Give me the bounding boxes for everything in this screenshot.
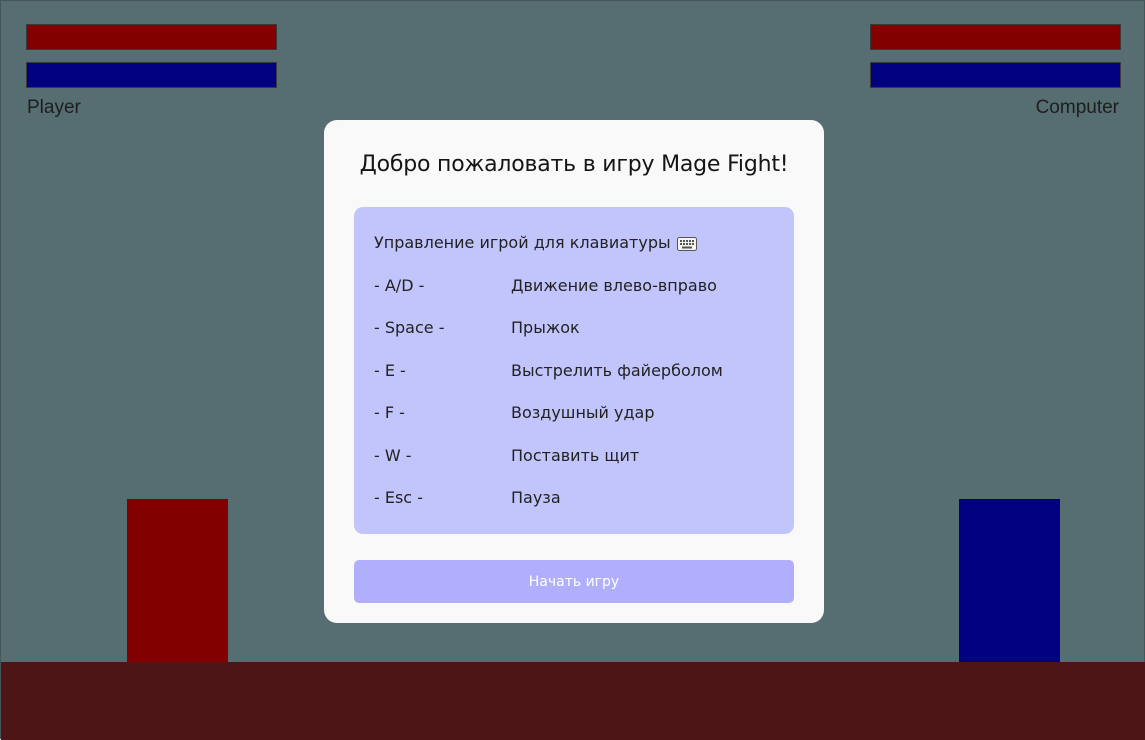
control-key: - F - <box>374 403 405 422</box>
computer-mana-bar <box>870 62 1121 88</box>
control-row-jump: - Space - Прыжок <box>374 318 784 340</box>
computer-health-bar <box>870 24 1121 50</box>
control-action: Выстрелить файерболом <box>511 361 723 380</box>
controls-heading: Управление игрой для клавиатуры <box>374 233 697 252</box>
start-game-button[interactable]: Начать игру <box>354 560 794 603</box>
player-health-fill <box>27 25 276 49</box>
player-mana-fill <box>27 63 276 87</box>
player-mana-bar <box>26 62 277 88</box>
control-row-move: - A/D - Движение влево-вправо <box>374 276 784 298</box>
control-row-pause: - Esc - Пауза <box>374 488 784 510</box>
control-action: Прыжок <box>511 318 580 337</box>
control-key: - Space - <box>374 318 445 337</box>
game-scene: Player Computer Добро пожаловать в игру … <box>0 0 1145 740</box>
control-row-fireball: - E - Выстрелить файерболом <box>374 361 784 383</box>
controls-title-text: Управление игрой для клавиатуры <box>374 233 671 252</box>
control-key: - Esc - <box>374 488 423 507</box>
control-action: Воздушный удар <box>511 403 655 422</box>
control-action: Движение влево-вправо <box>511 276 717 295</box>
modal-title: Добро пожаловать в игру Mage Fight! <box>359 152 789 177</box>
control-action: Поставить щит <box>511 446 640 465</box>
control-key: - A/D - <box>374 276 425 295</box>
computer-character <box>959 499 1060 662</box>
welcome-modal: Добро пожаловать в игру Mage Fight! Упра… <box>324 120 824 623</box>
control-row-shield: - W - Поставить щит <box>374 446 784 468</box>
control-key: - W - <box>374 446 412 465</box>
ground <box>1 662 1145 740</box>
keyboard-icon <box>676 236 697 251</box>
player-health-bar <box>26 24 277 50</box>
computer-mana-fill <box>871 63 1120 87</box>
controls-panel: Управление игрой для клавиатуры - A/D - … <box>354 207 794 534</box>
player-character <box>127 499 228 662</box>
computer-name-label: Computer <box>1035 97 1119 118</box>
computer-health-fill <box>871 25 1120 49</box>
control-row-air-strike: - F - Воздушный удар <box>374 403 784 425</box>
player-name-label: Player <box>27 97 81 118</box>
control-key: - E - <box>374 361 406 380</box>
control-action: Пауза <box>511 488 561 507</box>
